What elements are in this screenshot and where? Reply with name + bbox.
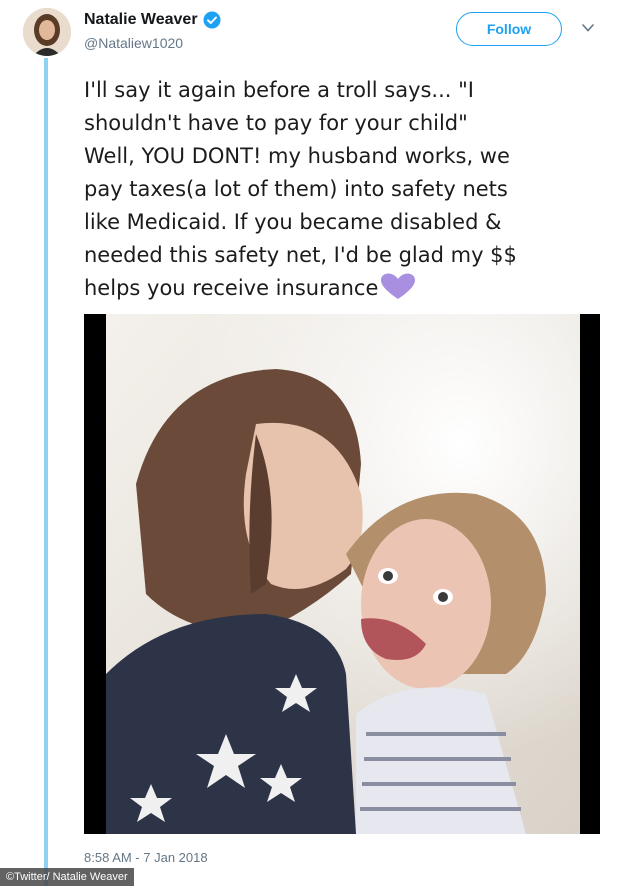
tweet-photo[interactable] — [84, 314, 600, 834]
tweet-body: I'll say it again before a troll says...… — [84, 78, 517, 300]
follow-button[interactable]: Follow — [456, 12, 562, 46]
author-name[interactable]: Natalie Weaver — [84, 11, 221, 29]
thread-line — [44, 58, 48, 886]
verified-badge-icon — [203, 11, 221, 29]
author-name-text[interactable]: Natalie Weaver — [84, 11, 198, 29]
tweet-timestamp[interactable]: 8:58 AM - 7 Jan 2018 — [84, 850, 208, 865]
avatar[interactable] — [23, 8, 71, 56]
chevron-down-icon[interactable] — [580, 22, 596, 34]
author-handle[interactable]: @Nataliew1020 — [84, 35, 183, 51]
photo-image — [106, 314, 580, 834]
tweet-text: I'll say it again before a troll says...… — [84, 74, 624, 305]
purple-heart-icon — [381, 273, 416, 299]
photo-credit: ©Twitter/ Natalie Weaver — [0, 868, 134, 886]
